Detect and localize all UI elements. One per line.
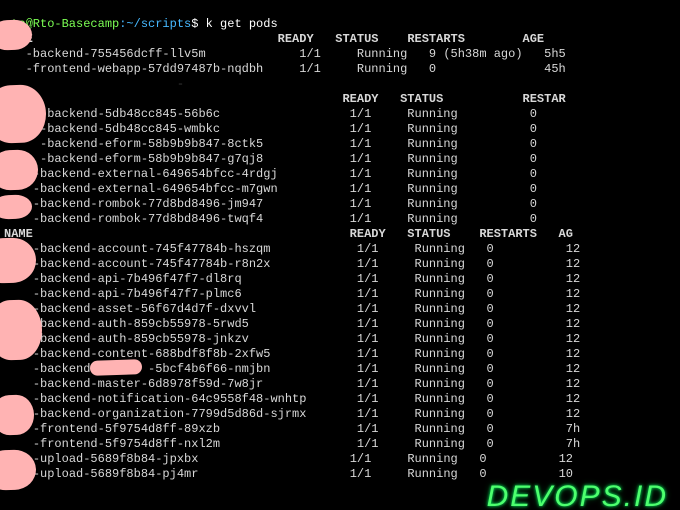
col-restarts: RESTARTS <box>479 227 537 241</box>
table-row: -backend-organization-7799d5d86d-sjrmx 1… <box>4 407 580 421</box>
table-row: -backend-content-688bdf8f8b-2xfw5 1/1 Ru… <box>4 347 580 361</box>
table-row: -backend-external-649654bfcc-4rdgj 1/1 R… <box>4 167 537 181</box>
table-row: -backend-eform-58b9b9b847-8ctk5 1/1 Runn… <box>4 137 537 151</box>
table-row: -backend-755456dcff-llv5m 1/1 Running 9 … <box>4 47 566 61</box>
col-status: STATUS <box>335 32 378 46</box>
col-ready: READY <box>278 32 314 46</box>
table-row: -backend-notification-64c9558f48-wnhtp 1… <box>4 392 580 406</box>
table-row: -upload-5689f8b84-jpxbx 1/1 Running 0 12 <box>4 452 573 466</box>
table-row: -backend-5db48cc845-wmbkc 1/1 Running 0 <box>4 122 537 136</box>
table-row: -backend-account-745f47784b-r8n2x 1/1 Ru… <box>4 257 580 271</box>
table-row: -backend-asset-56f67d4d7f-dxvvl 1/1 Runn… <box>4 302 580 316</box>
table-row: -backend-api-7b496f47f7-plmc6 1/1 Runnin… <box>4 287 580 301</box>
col-ready: READY <box>342 92 378 106</box>
table-row: -upload-5689f8b84-pj4mr 1/1 Running 0 10 <box>4 467 573 481</box>
table-row: -backend-5db48cc845-56b6c 1/1 Running 0 <box>4 107 537 121</box>
redacted-line: - <box>4 77 573 91</box>
table-row: -backend-master-6d8978f59d-7w8jr 1/1 Run… <box>4 377 580 391</box>
table-row: -backend-rombok-77d8bd8496-twqf4 1/1 Run… <box>4 212 537 226</box>
col-status: STATUS <box>400 92 443 106</box>
table-row: -backend-rombok-77d8bd8496-jm947 1/1 Run… <box>4 197 537 211</box>
col-restarts-short: RESTAR <box>523 92 566 106</box>
col-restarts: RESTARTS <box>407 32 465 46</box>
table-row: -backend-auth-859cb55978-5rwd5 1/1 Runni… <box>4 317 580 331</box>
col-status: STATUS <box>407 227 450 241</box>
col-age: AGE <box>523 32 545 46</box>
table-row: -backend-api-7b496f47f7-dl8rq 1/1 Runnin… <box>4 272 580 286</box>
table-row: -backend-account-745f47784b-hszqm 1/1 Ru… <box>4 242 580 256</box>
redaction-blob <box>90 359 142 376</box>
table-row: -backend-eform-58b9b9b847-g7qj8 1/1 Runn… <box>4 152 537 166</box>
col-ready: READY <box>350 227 386 241</box>
command[interactable]: k get pods <box>206 17 278 31</box>
table-row: -backend-external-649654bfcc-m7gwn 1/1 R… <box>4 182 537 196</box>
brand-watermark: DEVOPS.ID <box>487 489 668 504</box>
table-row: -backend-auth-859cb55978-jnkzv 1/1 Runni… <box>4 332 580 346</box>
terminal-output: rto@Rto-Basecamp:~/scripts$ k get pods N… <box>0 0 680 484</box>
prompt-path: :~/scripts <box>119 17 191 31</box>
table-row: -frontend-webapp-57dd97487b-nqdbh 1/1 Ru… <box>4 62 566 76</box>
table-row: -frontend-5f9754d8ff-89xzb 1/1 Running 0… <box>4 422 580 436</box>
col-age-short: AG <box>559 227 573 241</box>
table-row: -frontend-5f9754d8ff-nxl2m 1/1 Running 0… <box>4 437 580 451</box>
